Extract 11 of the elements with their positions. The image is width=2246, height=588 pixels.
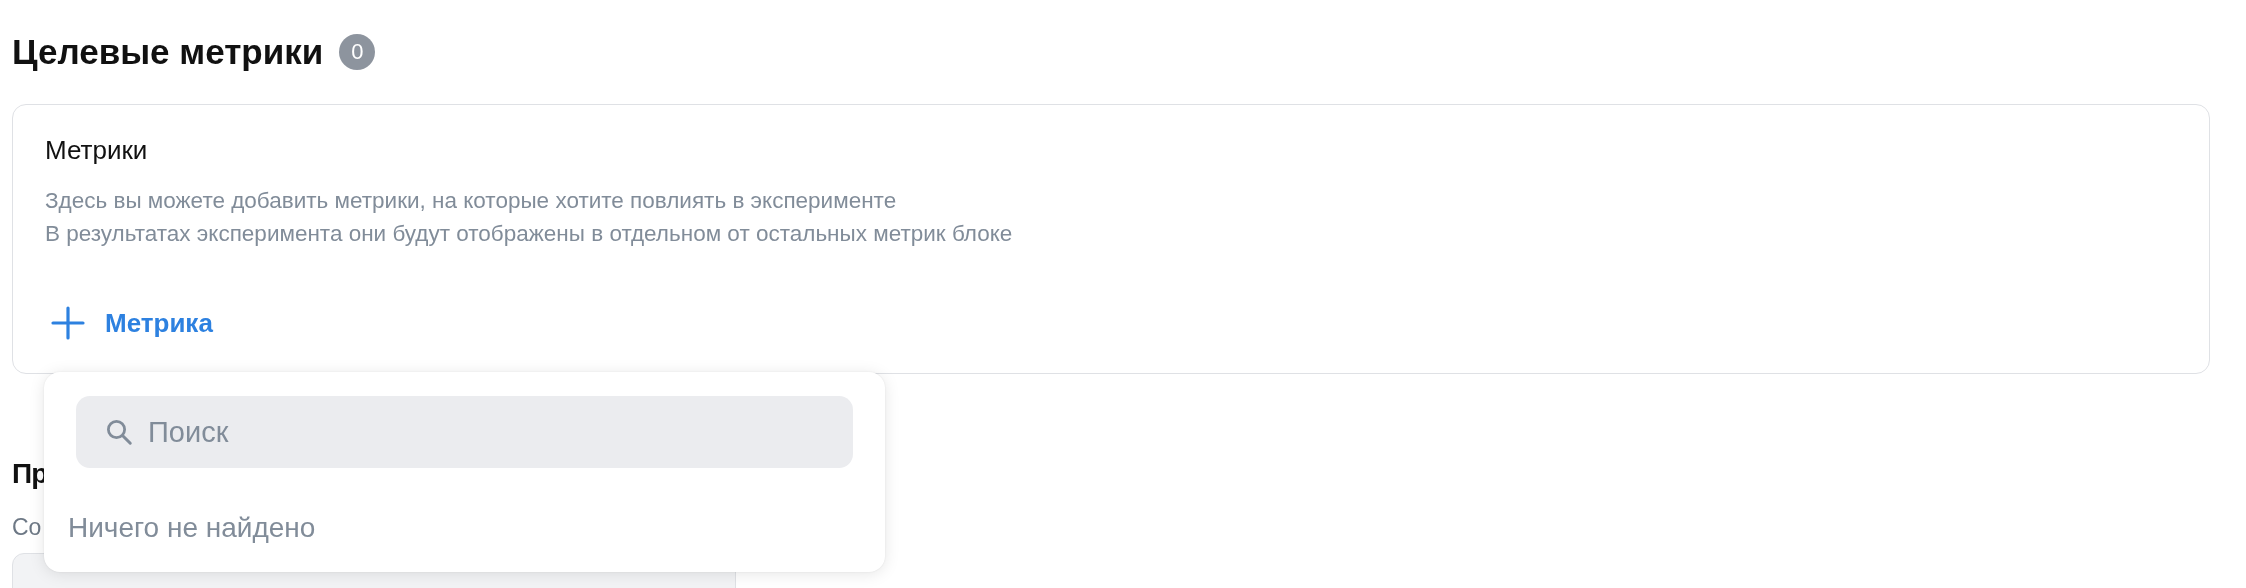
count-badge: 0 xyxy=(339,34,376,70)
description-text: В результатах эксперимента они будут отображены в отдельном от остальных метрик блоке xyxy=(45,220,1014,248)
plus-icon xyxy=(51,306,85,340)
add-metric-button[interactable]: Метрика xyxy=(51,306,213,340)
caption-text: Со xyxy=(12,514,42,541)
section-title: Целевые метрики xyxy=(12,32,324,72)
card-title: Метрики xyxy=(45,135,149,166)
empty-message: Ничего не найдено xyxy=(68,512,317,544)
search-icon xyxy=(104,417,134,447)
description-text: Здесь вы можете добавить метрики, на которые хотите повлиять в эксперименте xyxy=(45,187,898,215)
search-field[interactable]: Поиск xyxy=(76,396,853,468)
